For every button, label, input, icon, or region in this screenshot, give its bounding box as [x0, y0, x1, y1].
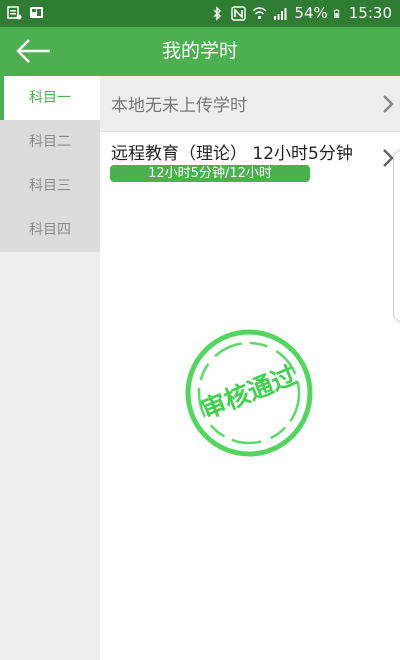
chevron-right-icon: [383, 95, 394, 113]
content-panel: 本地无未上传学时 远程教育（理论） 12小时5分钟 12小时5分钟/12小时 审…: [100, 76, 400, 660]
bluetooth-icon: [213, 5, 222, 21]
nfc-icon: [231, 5, 247, 21]
tab-subject-3[interactable]: 科目三: [0, 164, 100, 208]
remote-education-label: 远程教育（理论） 12小时5分钟: [111, 144, 353, 164]
approved-stamp: 审核通过: [185, 329, 313, 457]
notification-icon: [7, 6, 22, 20]
battery-icon: [334, 8, 339, 18]
app-bar: 我的学时: [0, 27, 400, 76]
status-bar-right: 54% 15:30: [210, 4, 392, 22]
status-bar-left: [7, 5, 44, 20]
status-bar: 54% 15:30: [0, 0, 400, 27]
tab-subject-4[interactable]: 科目四: [0, 208, 100, 252]
stamp-text: 审核通过: [197, 360, 301, 424]
tab-subject-1[interactable]: 科目一: [0, 76, 100, 120]
remote-education-row[interactable]: 远程教育（理论） 12小时5分钟 12小时5分钟/12小时: [100, 132, 400, 186]
back-arrow-icon[interactable]: [14, 35, 54, 67]
clock: 15:30: [348, 4, 392, 22]
wifi-icon: [252, 6, 267, 19]
signal-icon: [274, 7, 287, 20]
edge-panel-handle[interactable]: [393, 150, 400, 322]
page-title: 我的学时: [161, 40, 238, 62]
local-hours-label: 本地无未上传学时: [111, 96, 247, 116]
battery-percent: 54%: [294, 4, 328, 22]
local-hours-row[interactable]: 本地无未上传学时: [100, 76, 400, 132]
tab-subject-2[interactable]: 科目二: [0, 120, 100, 164]
progress-badge: 12小时5分钟/12小时: [110, 165, 310, 182]
app-notification-icon: [30, 7, 43, 18]
subject-sidebar: 科目一 科目二 科目三 科目四: [0, 76, 100, 660]
